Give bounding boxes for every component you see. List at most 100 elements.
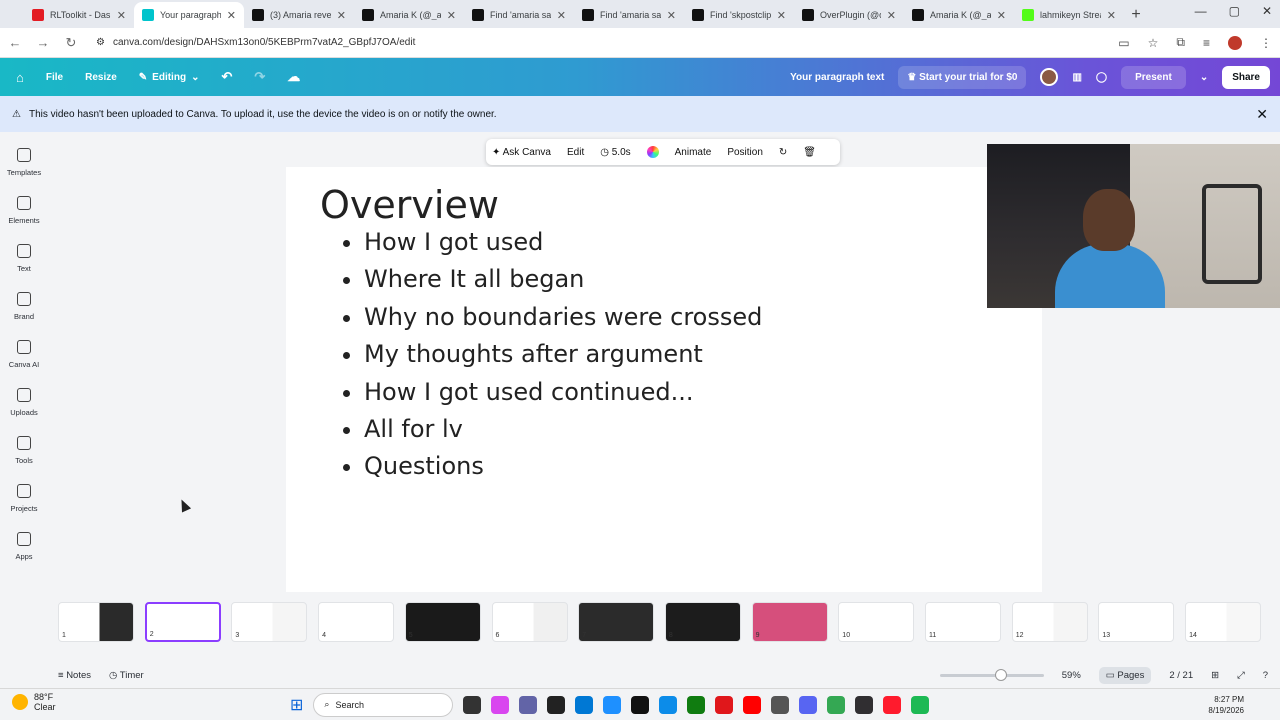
sidebar-item-apps[interactable]: Apps (0, 532, 48, 561)
cloud-save-icon[interactable]: ☁ (287, 69, 300, 85)
reload-icon[interactable]: ↻ (64, 35, 78, 51)
maximize-icon[interactable]: ▢ (1229, 4, 1240, 18)
page-thumbnail[interactable]: 14 (1185, 602, 1262, 642)
slide-canvas[interactable]: Overview How I got usedWhere It all bega… (286, 167, 1042, 592)
page-thumbnail[interactable]: 7 (578, 602, 655, 642)
page-thumbnail[interactable]: 1 (58, 602, 134, 642)
sidebar-item-elements[interactable]: Elements (0, 196, 48, 225)
browser-tab[interactable]: Find 'skpostclips ✕ (684, 2, 794, 28)
browser-tab[interactable]: Find 'amaria says ✕ (464, 2, 574, 28)
tab-close-icon[interactable]: ✕ (997, 9, 1006, 22)
doc-title[interactable]: Your paragraph text (790, 72, 884, 83)
delete-icon[interactable]: 🗑 (803, 147, 816, 158)
page-thumbnail[interactable]: 8 (664, 602, 741, 642)
photos-icon[interactable] (603, 695, 622, 714)
page-thumbnail[interactable]: 3 (231, 602, 308, 642)
rotate-icon[interactable]: ↻ (779, 147, 787, 158)
insights-icon[interactable]: ▥ (1072, 72, 1081, 83)
sidebar-item-uploads[interactable]: Uploads (0, 388, 48, 417)
tab-close-icon[interactable]: ✕ (117, 9, 126, 22)
slide-bullet-item[interactable]: All for lv (364, 411, 762, 448)
edge-icon[interactable] (659, 695, 678, 714)
file-explorer-icon[interactable] (463, 695, 482, 714)
windows-start-icon[interactable]: ⊞ (290, 695, 303, 715)
tab-close-icon[interactable]: ✕ (887, 9, 896, 22)
tab-close-icon[interactable]: ✕ (227, 9, 236, 22)
bookmark-star-icon[interactable]: ☆ (1148, 36, 1159, 50)
page-thumbnail[interactable]: 4 (318, 602, 395, 642)
sidebar-item-projects[interactable]: Projects (0, 484, 48, 513)
app-icon[interactable] (771, 695, 790, 714)
close-window-icon[interactable]: ✕ (1262, 4, 1272, 18)
ask-canva-button[interactable]: ✦ Ask Canva (492, 147, 551, 158)
discord-icon[interactable] (799, 695, 818, 714)
redo-icon[interactable]: ↷ (254, 69, 265, 85)
duration-button[interactable]: ◷ 5.0s (600, 147, 630, 158)
slide-bullet-item[interactable]: Questions (364, 448, 762, 485)
slide-bullet-item[interactable]: My thoughts after argument (364, 336, 762, 373)
file-menu[interactable]: File (46, 72, 63, 83)
sidebar-item-canva-ai[interactable]: Canva AI (0, 340, 48, 369)
xbox-icon[interactable] (687, 695, 706, 714)
user-avatar[interactable] (1040, 68, 1059, 86)
install-icon[interactable]: ▭ (1118, 36, 1129, 50)
page-thumbnail[interactable]: 6 (491, 602, 568, 642)
reading-list-icon[interactable]: ≡ (1203, 36, 1210, 50)
zoom-slider[interactable] (939, 668, 1044, 681)
tab-close-icon[interactable]: ✕ (1107, 9, 1116, 22)
slide-bullet-item[interactable]: Why no boundaries were crossed (364, 299, 762, 336)
site-info-icon[interactable]: ⚙ (96, 37, 105, 48)
browser-tab[interactable]: (3) Amaria reveals ✕ (244, 2, 354, 28)
tab-close-icon[interactable]: ✕ (667, 9, 676, 22)
sidebar-item-text[interactable]: Text (0, 244, 48, 273)
page-thumbnail[interactable]: 13 (1098, 602, 1175, 642)
media-app-icon[interactable] (631, 695, 650, 714)
sidebar-item-brand[interactable]: Brand (0, 292, 48, 321)
url-field[interactable]: ⚙ canva.com/design/DAHSxm13on0/5KEBPrm7v… (92, 32, 1104, 54)
page-thumbnail[interactable]: 11 (925, 602, 1001, 642)
tab-close-icon[interactable]: ✕ (337, 9, 346, 22)
close-icon[interactable]: ✕ (1256, 106, 1268, 123)
tab-close-icon[interactable]: ✕ (777, 9, 786, 22)
teams-icon[interactable] (519, 695, 538, 714)
browser-menu-icon[interactable]: ⋮ (1260, 36, 1272, 50)
present-options-chevron-icon[interactable]: ⌄ (1200, 72, 1208, 83)
browser-tab[interactable]: Find 'amaria says ✕ (574, 2, 684, 28)
slide-title[interactable]: Overview (320, 183, 499, 227)
animate-button[interactable]: Animate (675, 147, 712, 158)
grid-view-icon[interactable]: ⊞ (1211, 670, 1219, 681)
browser-tab[interactable]: Your paragraph te ✕ (134, 2, 244, 28)
undo-icon[interactable]: ↶ (221, 69, 232, 85)
home-icon[interactable]: ⌂ (16, 70, 24, 85)
slide-bullet-item[interactable]: How I got used (364, 224, 762, 261)
profile-avatar[interactable] (1228, 35, 1242, 50)
pages-button[interactable]: ▭ Pages (1098, 666, 1152, 684)
weather-widget[interactable]: 88°F Clear (12, 692, 56, 712)
browser-tab[interactable]: OverPlugin (@ove ✕ (794, 2, 904, 28)
page-thumbnail[interactable]: 10 (838, 602, 915, 642)
browser-tab[interactable]: Amaria K (@_ama ✕ (354, 2, 464, 28)
start-trial-button[interactable]: ♛ Start your trial for $0 (898, 65, 1027, 89)
browser-tab[interactable]: lahmikeyn Stream ✕ (1014, 2, 1124, 28)
timer-button[interactable]: ◷ Timer (109, 670, 144, 681)
notes-button[interactable]: ≡ Notes (58, 670, 91, 681)
page-thumbnail[interactable]: 9 (751, 602, 828, 642)
present-button[interactable]: Present (1121, 65, 1186, 89)
tab-close-icon[interactable]: ✕ (447, 9, 456, 22)
extensions-icon[interactable]: ⧉ (1176, 35, 1185, 50)
opera-icon[interactable] (883, 695, 902, 714)
copilot-icon[interactable] (491, 695, 510, 714)
taskbar-search[interactable]: ⌕ Search (313, 692, 454, 717)
edit-button[interactable]: Edit (567, 147, 584, 158)
slide-bullet-list[interactable]: How I got usedWhere It all beganWhy no b… (342, 224, 762, 486)
browser-tab[interactable]: Amaria K (@_ama ✕ (904, 2, 1014, 28)
page-thumbnail[interactable]: 12 (1011, 602, 1088, 642)
forward-icon[interactable]: → (36, 35, 50, 50)
page-thumbnail[interactable]: 5 (404, 602, 481, 642)
chrome-icon[interactable] (827, 695, 846, 714)
page-thumbnail[interactable]: 2 (144, 602, 221, 642)
system-clock[interactable]: 8:27 PM 8/19/2026 (1208, 694, 1244, 716)
share-button[interactable]: Share (1222, 65, 1270, 89)
tab-close-icon[interactable]: ✕ (557, 9, 566, 22)
acrobat-icon[interactable] (715, 695, 734, 714)
